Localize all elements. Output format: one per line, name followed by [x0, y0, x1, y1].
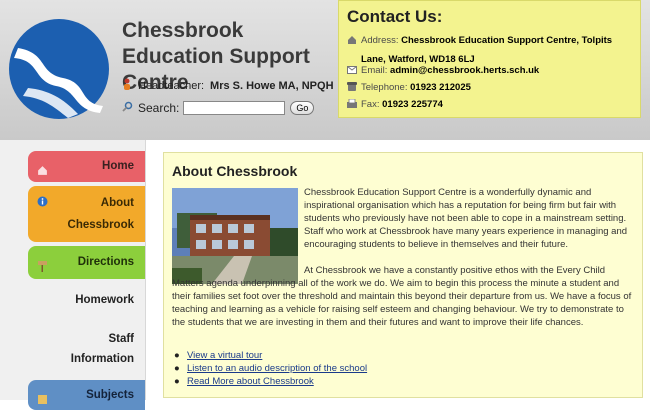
go-button[interactable]: Go [290, 101, 315, 115]
virtual-tour-link[interactable]: View a virtual tour [187, 349, 262, 362]
fax-label: Fax: [361, 99, 380, 110]
telephone-value: 01923 212025 [410, 82, 471, 93]
about-section: About Chessbrook Chessbrook Education Su… [163, 152, 643, 398]
about-links: ● View a virtual tour ● Listen to an audio… [174, 349, 367, 388]
email-label: Email: [361, 65, 388, 76]
bullet-icon: ● [174, 350, 180, 361]
search-input[interactable] [183, 101, 286, 115]
nav-homework[interactable]: Homework [28, 284, 145, 316]
search-label: Search: [138, 101, 180, 115]
list-item: ● View a virtual tour [174, 349, 367, 362]
nav-staff-label-2: Information [70, 353, 134, 365]
list-item: ● Read More about Chessbrook [174, 375, 367, 388]
nav-directions[interactable]: Directions [28, 246, 145, 279]
nav-subjects[interactable]: Subjects [28, 380, 145, 410]
info-icon [37, 193, 48, 215]
nav-about-label-2: Chessbrook [67, 219, 134, 231]
headteacher-label: Headteacher: [138, 79, 205, 92]
fax-icon [347, 95, 361, 114]
nav-about-chessbrook[interactable]: About Chessbrook [28, 186, 145, 242]
about-paragraph-2: At Chessbrook we have a constantly posit… [172, 265, 632, 328]
person-icon [122, 78, 132, 93]
headteacher-name: Mrs S. Howe MA, NPQH [210, 79, 334, 92]
headteacher-row: Headteacher: Mrs S. Howe MA, NPQH [122, 78, 334, 93]
contact-box: Contact Us: Address: Chessbrook Educatio… [338, 0, 641, 118]
nav-homework-label: Homework [75, 294, 134, 306]
read-more-link[interactable]: Read More about Chessbrook [187, 375, 314, 388]
bullet-icon: ● [174, 363, 180, 374]
telephone-label: Telephone: [361, 82, 408, 93]
about-paragraph-1: Chessbrook Education Support Centre is a… [304, 187, 628, 250]
email-value[interactable]: admin@chessbrook.herts.sch.uk [390, 65, 539, 76]
nav-subjects-label: Subjects [86, 389, 134, 401]
contact-title: Contact Us: [347, 7, 443, 26]
search-icon [122, 101, 133, 115]
school-logo [9, 19, 109, 119]
nav-staff-information[interactable]: Staff Information [28, 326, 145, 370]
nav-home[interactable]: Home [28, 151, 145, 182]
search-row: Search: Go [122, 101, 315, 115]
nav-staff-label-1: Staff [108, 333, 134, 345]
audio-description-link[interactable]: Listen to an audio description of the sc… [187, 362, 367, 375]
address-label: Address: [361, 35, 399, 46]
signpost-icon [37, 253, 48, 286]
bullet-icon: ● [174, 376, 180, 387]
nav-directions-label: Directions [77, 256, 134, 268]
fax-row: Fax: 01923 225774 [347, 95, 443, 114]
fax-value: 01923 225774 [382, 99, 443, 110]
book-icon [37, 387, 48, 417]
house-icon [37, 158, 48, 189]
nav-home-label: Home [102, 160, 134, 172]
list-item: ● Listen to an audio description of the s… [174, 362, 367, 375]
about-title: About Chessbrook [172, 163, 298, 179]
